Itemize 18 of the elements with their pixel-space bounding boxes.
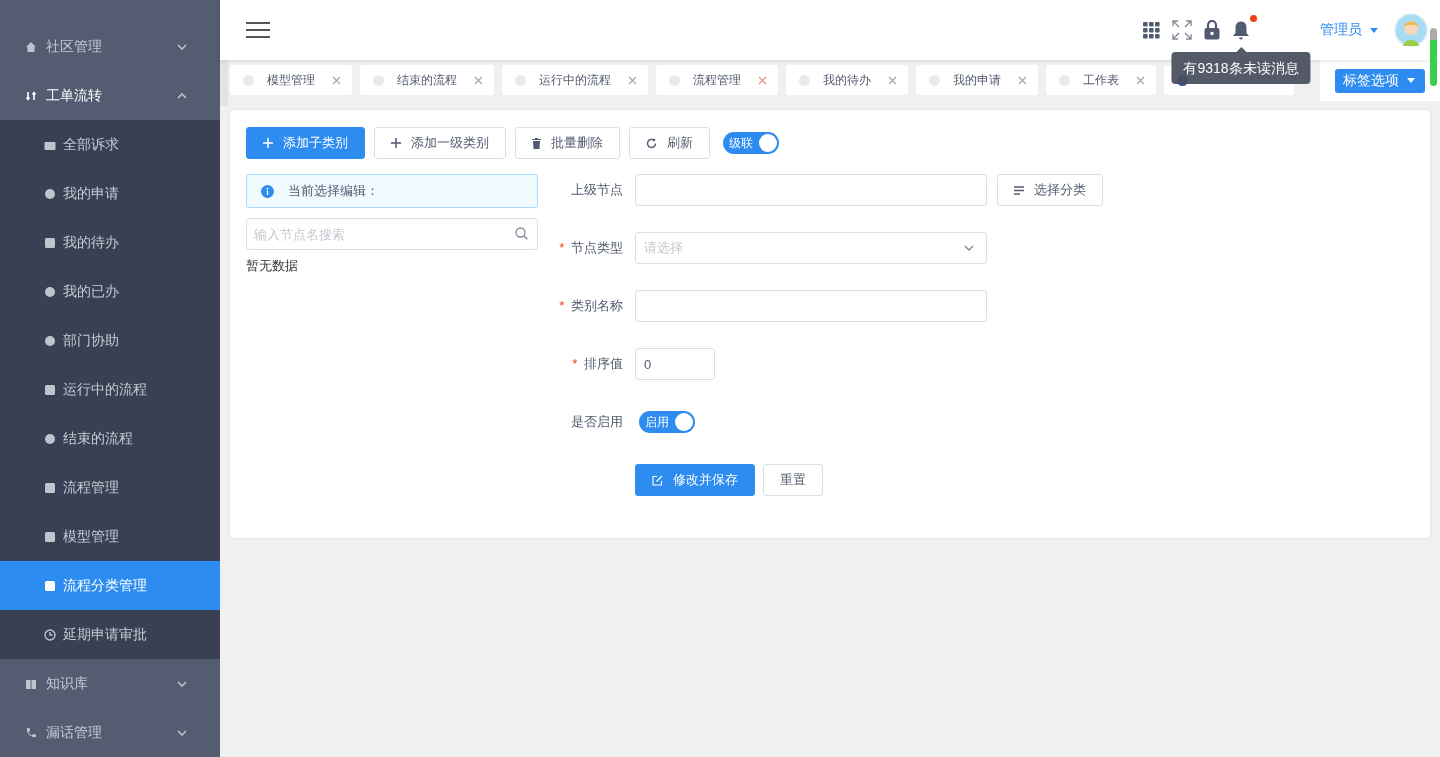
tab-label: 运行中的流程 — [539, 71, 611, 89]
field-label: 类别名称 — [571, 298, 623, 313]
field-label: 是否启用 — [571, 414, 623, 429]
tooltip: 有9318条未读消息 — [1171, 47, 1311, 84]
tab-label: 工作表 — [1083, 71, 1119, 89]
required-mark: * — [572, 356, 578, 371]
info-text: 当前选择编辑： — [288, 182, 379, 200]
tab-label: 模型管理 — [267, 71, 315, 89]
tab-label: 我的申请 — [953, 71, 1001, 89]
tab-label: 我的待办 — [823, 71, 871, 89]
tab-label: 结束的流程 — [397, 71, 457, 89]
required-mark: * — [559, 240, 565, 255]
field-label: 排序值 — [584, 356, 623, 371]
field-label: 节点类型 — [571, 240, 623, 255]
field-label: 上级节点 — [571, 182, 623, 197]
empty-text: 暂无数据 — [246, 257, 299, 275]
tab-label: 流程管理 — [693, 71, 741, 89]
required-mark: * — [559, 298, 565, 313]
